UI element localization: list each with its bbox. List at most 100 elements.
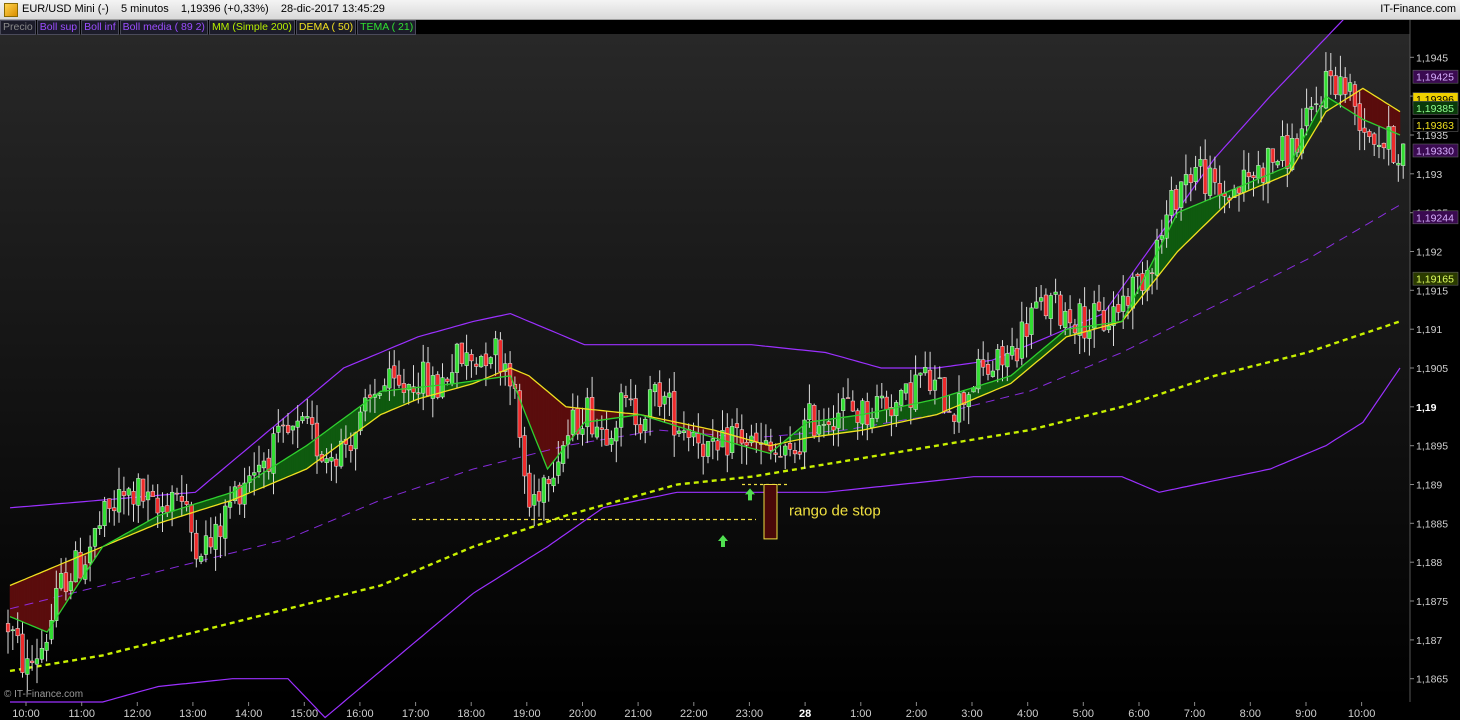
bull-candle (1063, 310, 1068, 328)
bear-candle (155, 497, 160, 514)
bear-candle (952, 414, 957, 422)
bear-candle (744, 442, 749, 446)
bear-candle (604, 429, 609, 446)
bull-candle (261, 460, 266, 469)
bull-candle (749, 435, 754, 444)
bear-candle (1343, 77, 1348, 95)
bear-candle (527, 472, 532, 508)
bear-candle (416, 392, 421, 395)
bear-candle (1014, 348, 1020, 362)
bull-candle (87, 546, 93, 564)
x-tick-label: 6:00 (1128, 708, 1149, 720)
bear-candle (474, 363, 479, 367)
price-tag-label: 1,19385 (1416, 103, 1454, 115)
bull-candle (256, 464, 262, 473)
bear-candle (599, 427, 604, 430)
bull-candle (1106, 325, 1111, 331)
bear-candle (536, 491, 542, 502)
bull-candle (223, 505, 228, 539)
bull-candle (870, 418, 875, 428)
bull-candle (1401, 143, 1406, 166)
bull-candle (1275, 161, 1280, 166)
indicator-legend: Precio Boll sup Boll inf Boll media ( 89 2)… (0, 20, 417, 35)
bull-candle (1193, 167, 1198, 182)
bull-candle (450, 372, 455, 385)
y-tick-label: 1,1895 (1416, 441, 1448, 453)
price-tag-label: 1,19165 (1416, 274, 1454, 286)
brand-label: IT-Finance.com (1380, 3, 1456, 15)
plot-background (0, 34, 1410, 702)
bull-candle (10, 629, 15, 632)
bull-candle (594, 426, 600, 438)
bull-candle (377, 393, 382, 396)
legend-item[interactable]: DEMA ( 50) (295, 20, 357, 35)
bear-candle (831, 426, 836, 431)
bear-candle (1135, 273, 1140, 277)
bull-candle (1029, 307, 1034, 335)
y-tick-label: 1,192 (1416, 247, 1442, 259)
bear-candle (947, 411, 952, 413)
bull-candle (860, 400, 865, 425)
bull-candle (1077, 303, 1082, 336)
bull-candle (464, 352, 469, 366)
x-tick-label: 8:00 (1240, 708, 1261, 720)
bull-candle (126, 488, 131, 496)
bull-candle (116, 489, 122, 513)
bear-candle (63, 572, 69, 593)
bull-candle (136, 478, 141, 506)
x-tick-label: 28 (799, 708, 811, 720)
bear-candle (715, 440, 720, 451)
bull-candle (25, 658, 30, 675)
bear-candle (590, 397, 595, 435)
bull-candle (1169, 190, 1174, 216)
bull-candle (92, 528, 98, 547)
bull-candle (203, 535, 209, 555)
legend-item[interactable]: Boll media ( 89 2) (119, 20, 208, 35)
bull-candle (329, 456, 334, 462)
bear-candle (927, 369, 933, 391)
bear-candle (985, 364, 991, 375)
legend-item[interactable]: TEMA ( 21) (357, 20, 417, 35)
bull-candle (874, 396, 880, 419)
bear-candle (507, 363, 513, 387)
bear-candle (1096, 301, 1102, 311)
bear-candle (20, 633, 25, 673)
bull-candle (34, 658, 40, 665)
bull-candle (556, 461, 561, 476)
price-chart[interactable]: rango de stop 1,1865 1,187 1,1875 1,188 1,18… (0, 0, 1460, 720)
bear-candle (165, 505, 170, 513)
x-tick-label: 10:00 (12, 708, 40, 720)
x-tick-label: 14:00 (235, 708, 263, 720)
bear-candle (425, 362, 431, 396)
legend-item[interactable]: MM (Simple 200) (208, 20, 295, 35)
bull-candle (227, 501, 233, 508)
legend-item[interactable]: Boll inf (81, 20, 119, 35)
bull-candle (145, 491, 151, 501)
x-tick-label: 12:00 (124, 708, 152, 720)
legend-item[interactable]: Boll sup (36, 20, 81, 35)
bear-candle (884, 396, 889, 410)
window-title-bar[interactable]: EUR/USD Mini (-) 5 minutos 1,19396 (+0,3… (0, 0, 1460, 20)
bull-candle (1304, 107, 1309, 127)
bull-candle (102, 501, 107, 526)
bear-candle (310, 417, 315, 425)
bull-candle (662, 395, 667, 405)
x-tick-label: 18:00 (457, 708, 485, 720)
bear-candle (850, 400, 855, 412)
bull-candle (1265, 148, 1271, 184)
bear-candle (1333, 75, 1338, 95)
bull-candle (44, 641, 49, 651)
bear-candle (194, 532, 199, 560)
bull-candle (652, 384, 658, 393)
bear-candle (112, 507, 117, 512)
bull-candle (160, 506, 165, 513)
bear-candle (121, 491, 126, 496)
bull-candle (1005, 353, 1010, 368)
bull-candle (1159, 235, 1164, 240)
bull-candle (213, 523, 218, 550)
price-tag-label: 1,19330 (1416, 146, 1454, 158)
bear-candle (672, 391, 677, 436)
bull-candle (1309, 106, 1314, 110)
legend-item[interactable]: Precio (0, 20, 36, 35)
bear-candle (739, 429, 744, 444)
